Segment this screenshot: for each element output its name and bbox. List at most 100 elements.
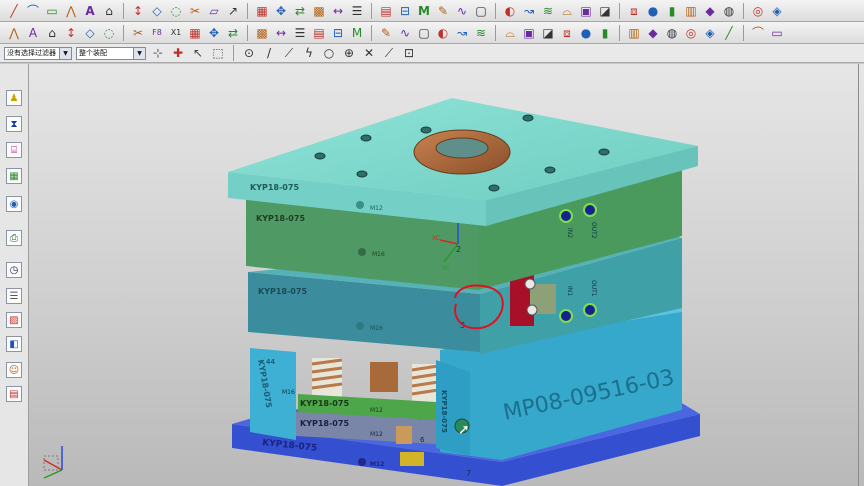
unite-icon[interactable]: ◍ [721,3,737,19]
offset-icon[interactable]: ⧈ [626,3,642,19]
loft-icon[interactable]: ≋ [540,3,556,19]
sphere-icon[interactable]: ◍ [664,25,680,41]
boss-icon[interactable]: ▮ [664,3,680,19]
cone-icon[interactable]: ◆ [645,25,661,41]
blend-icon[interactable]: ⌓ [559,3,575,19]
iso-icon[interactable]: ↝ [454,25,470,41]
clock-icon[interactable]: ◷ [6,262,22,278]
extrude-icon[interactable]: ▢ [473,3,489,19]
reuse-library-icon[interactable]: ▦ [6,168,22,184]
rotate-icon[interactable]: ☰ [292,25,308,41]
assembly-filter-dropdown[interactable]: 整个装配 ▼ [76,46,146,60]
hole-icon[interactable]: ● [645,3,661,19]
material-icon[interactable]: ◈ [702,25,718,41]
trim-icon[interactable]: ✂ [187,3,203,19]
fit-icon[interactable]: ⇄ [225,25,241,41]
layer-icon[interactable]: ☰ [349,3,365,19]
front-icon[interactable]: ∿ [397,25,413,41]
snap-existing-icon[interactable]: ⟋ [381,45,397,61]
roles-icon[interactable]: ◧ [6,336,22,352]
right-icon[interactable]: ◐ [435,25,451,41]
table-icon[interactable]: ▤ [378,3,394,19]
split-icon[interactable]: ◆ [702,3,718,19]
chamfer-icon[interactable]: ◇ [149,3,165,19]
clip-icon[interactable]: ⌓ [502,25,518,41]
cut-icon[interactable]: ≋ [473,25,489,41]
m-icon[interactable]: M [416,3,432,19]
snap-icon[interactable]: ✥ [273,3,289,19]
render-icon[interactable]: ▤ [311,25,327,41]
draft-icon[interactable]: ◪ [597,3,613,19]
hidden-icon[interactable]: ✎ [378,25,394,41]
mirror-icon[interactable]: ⇄ [292,3,308,19]
snap-end-icon[interactable]: / [261,45,277,61]
datum-icon[interactable]: ↕ [63,25,79,41]
rib-icon[interactable]: ▥ [683,3,699,19]
measure-icon[interactable]: ↔ [330,3,346,19]
document-icon[interactable]: ▤ [6,386,22,402]
block-icon[interactable]: ● [578,25,594,41]
x1-icon[interactable]: X1 [168,25,184,41]
curve-icon[interactable]: ∿ [454,3,470,19]
color-icon[interactable]: ⧈ [559,25,575,41]
pointer-icon[interactable]: ↖ [190,45,206,61]
csys-icon[interactable]: ✂ [130,25,146,41]
close-icon[interactable]: ▣ [521,25,537,41]
box-icon[interactable]: ◎ [683,25,699,41]
grid-icon[interactable]: ▦ [254,3,270,19]
type-filter-dropdown[interactable]: 没有选择过滤器 ▼ [4,46,72,60]
sweep-icon[interactable]: ↝ [521,3,537,19]
annotate-icon[interactable]: ✎ [435,3,451,19]
move-icon[interactable]: ◪ [540,25,556,41]
snap-tangent-icon[interactable]: ✕ [361,45,377,61]
light-icon[interactable]: ⌒ [750,25,766,41]
line-icon[interactable]: ╱ [6,3,22,19]
triad-icon[interactable]: A [25,25,41,41]
shell-icon[interactable]: ▣ [578,3,594,19]
polyline-icon[interactable]: ⋀ [63,3,79,19]
snap-mid-icon[interactable]: ⟋ [281,45,297,61]
snap-center-icon[interactable]: ○ [321,45,337,61]
revolve-icon[interactable]: ◐ [502,3,518,19]
top-icon[interactable]: ▢ [416,25,432,41]
surface-icon[interactable]: ▱ [206,3,222,19]
history-icon[interactable]: ⎙ [6,230,22,246]
visual-scenes-icon[interactable]: ▨ [6,312,22,328]
plane-icon[interactable]: ⌂ [44,25,60,41]
lasso-icon[interactable]: ⬚ [210,45,226,61]
shaded-icon[interactable]: ⊟ [330,25,346,41]
view-icon[interactable]: ✥ [206,25,222,41]
select-icon[interactable]: ↗ [225,3,241,19]
section-icon[interactable]: ⊟ [397,3,413,19]
text-icon[interactable]: A [82,3,98,19]
snap-point-icon[interactable]: ⊙ [241,45,257,61]
cylinder-icon[interactable]: ▥ [626,25,642,41]
fillet-icon[interactable]: ◌ [168,3,184,19]
subtract-icon[interactable]: ◎ [750,3,766,19]
snap-quadrant-icon[interactable]: ⊕ [341,45,357,61]
add-select-icon[interactable]: ✚ [170,45,186,61]
note-icon[interactable]: ⌂ [101,3,117,19]
rectangle-icon[interactable]: ▭ [44,3,60,19]
part-navigator-icon[interactable]: ⌸ [6,142,22,158]
select-all-icon[interactable]: ⊹ [150,45,166,61]
texture-icon[interactable]: ╱ [721,25,737,41]
assembly-navigator-icon[interactable]: ♟ [6,90,22,106]
layout-icon[interactable]: ▦ [187,25,203,41]
mold-model-view[interactable]: KYP18-075 M12 MP08-09516-03 4 7 KYP18-07… [29,64,864,486]
system-materials-icon[interactable]: ☰ [6,288,22,304]
constraint-navigator-icon[interactable]: ⧗ [6,116,22,132]
cube-icon[interactable]: ▮ [597,25,613,41]
people-icon[interactable]: ☺ [6,362,22,378]
pattern-icon[interactable]: ▩ [311,3,327,19]
dimension-icon[interactable]: ↕ [130,3,146,19]
pan-icon[interactable]: ↔ [273,25,289,41]
axis-icon[interactable]: ◌ [101,25,117,41]
camera-icon[interactable]: ▭ [769,25,785,41]
snap-perp-icon[interactable]: ⊡ [401,45,417,61]
wire-icon[interactable]: M [349,25,365,41]
arc-icon[interactable]: ⌒ [25,3,41,19]
graphics-window[interactable]: KYP18-075 M12 MP08-09516-03 4 7 KYP18-07… [29,64,864,486]
snap-control-icon[interactable]: ϟ [301,45,317,61]
intersect-icon[interactable]: ◈ [769,3,785,19]
